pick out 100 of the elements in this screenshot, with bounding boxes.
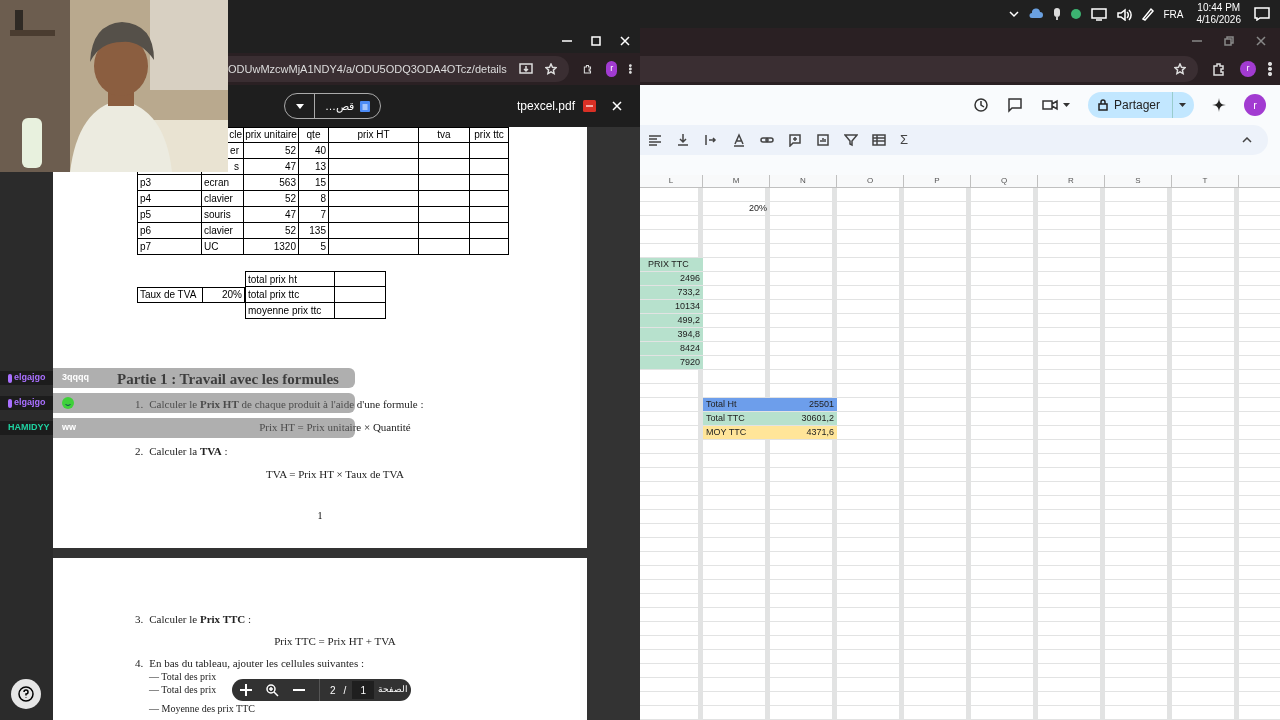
cloud-icon[interactable] <box>1027 8 1044 20</box>
insert-comment-icon[interactable] <box>788 133 802 147</box>
list-number: 2. <box>135 445 144 458</box>
clock-time[interactable]: 10:44 PM <box>1197 2 1241 14</box>
user-avatar[interactable]: r <box>1244 94 1266 116</box>
column-header[interactable]: O <box>837 175 904 187</box>
spreadsheet-cell[interactable]: PRIX TTC <box>640 258 703 272</box>
table-cell: 15 <box>299 175 329 191</box>
spreadsheet-cell[interactable]: 4371,6 <box>770 426 837 440</box>
speaker-icon[interactable] <box>1115 7 1132 21</box>
table-cell-text: 20% <box>221 288 243 302</box>
table-cell <box>419 159 470 175</box>
column-header[interactable]: L <box>640 175 703 187</box>
table-cell: 135 <box>299 223 329 239</box>
spreadsheet-cell[interactable]: 7920 <box>640 356 703 370</box>
notification-icon[interactable] <box>1254 7 1270 21</box>
star-icon[interactable] <box>1174 63 1186 75</box>
spreadsheet-cell[interactable]: 8424 <box>640 342 703 356</box>
column-header[interactable]: T <box>1172 175 1239 187</box>
column-header[interactable]: Q <box>971 175 1038 187</box>
column-header[interactable]: S <box>1105 175 1172 187</box>
table-cell <box>419 175 470 191</box>
spreadsheet-cell[interactable]: 394,8 <box>640 328 703 342</box>
sum-button[interactable]: Σ <box>900 130 909 150</box>
history-icon[interactable] <box>972 97 989 113</box>
table-cell: total prix ttc <box>245 287 335 303</box>
instruction-text: En bas du tableau, ajouter les cellules suivantes : <box>149 657 364 670</box>
page-separator: / <box>343 683 347 698</box>
spreadsheet-cell[interactable]: MOY TTC <box>703 426 770 440</box>
table-cell <box>419 239 470 255</box>
table-cell: total prix ht <box>245 271 335 287</box>
table-cell: 13 <box>299 159 329 175</box>
install-icon[interactable] <box>518 63 533 75</box>
list-number: 1. <box>135 398 144 411</box>
profile-avatar[interactable]: r <box>606 61 618 77</box>
spreadsheet-cell[interactable]: Total TTC <box>703 412 770 426</box>
vertical-align-icon[interactable] <box>676 133 690 147</box>
spreadsheet-cell[interactable]: 499,2 <box>640 314 703 328</box>
table-cell: 47 <box>244 159 299 175</box>
help-icon <box>18 686 34 702</box>
table-cell: 52 <box>244 191 299 207</box>
table-cell: Taux de TVA <box>138 288 203 302</box>
caret-icon <box>295 103 304 109</box>
spreadsheet-cell[interactable]: 10134 <box>640 300 703 314</box>
pen-icon[interactable] <box>1140 7 1155 21</box>
monitor-icon[interactable] <box>1090 7 1107 21</box>
table-cell: prix HT <box>329 127 419 143</box>
profile-avatar[interactable]: r <box>1240 61 1256 77</box>
share-button[interactable]: Partager <box>1087 92 1194 118</box>
column-header[interactable]: R <box>1038 175 1105 187</box>
collapse-icon[interactable] <box>1242 137 1252 143</box>
column-header[interactable]: N <box>770 175 837 187</box>
sparkle-icon[interactable] <box>1212 98 1226 112</box>
table-cell: 47 <box>244 207 299 223</box>
language-indicator[interactable]: FRA <box>1163 6 1184 22</box>
list-number: 3. <box>135 613 144 626</box>
caret-icon[interactable] <box>1062 103 1070 107</box>
text-rotation-icon[interactable] <box>732 133 746 147</box>
list-item: — Moyenne des prix TTC <box>149 702 255 715</box>
table-cell: 40 <box>299 143 329 159</box>
horizontal-align-icon[interactable] <box>648 133 662 147</box>
spreadsheet-cell[interactable]: 25501 <box>770 398 837 412</box>
table-cell <box>419 191 470 207</box>
instruction-text: Calculer la TVA : <box>149 445 228 458</box>
clock-date[interactable]: 4/16/2026 <box>1196 14 1241 26</box>
column-header[interactable]: P <box>904 175 971 187</box>
status-dot-icon[interactable] <box>1069 8 1082 20</box>
table-cell <box>470 239 509 255</box>
filter-icon[interactable] <box>844 133 858 147</box>
chart-icon[interactable] <box>816 133 830 147</box>
more-icon[interactable] <box>629 62 632 76</box>
spreadsheet-cell[interactable]: 733,2 <box>640 286 703 300</box>
comment-icon[interactable] <box>1006 97 1023 113</box>
spreadsheet-cell[interactable]: 30601,2 <box>770 412 837 426</box>
video-call-icon[interactable] <box>1040 98 1059 112</box>
zoom-in-icon[interactable] <box>266 683 279 697</box>
table-cell: 52 <box>244 223 299 239</box>
extension-icon[interactable] <box>582 62 593 76</box>
spreadsheet-cell[interactable]: 20% <box>703 202 770 216</box>
microphone-icon[interactable] <box>1052 7 1061 21</box>
star-icon[interactable] <box>544 63 557 75</box>
spreadsheet-cell[interactable]: 2496 <box>640 272 703 286</box>
restore-icon[interactable] <box>1224 35 1234 46</box>
table-icon[interactable] <box>872 133 886 147</box>
table-cell <box>470 159 509 175</box>
address-bar[interactable]: ODUwMzcwMjA1NDY4/a/ODU5ODQ3ODA4OTcz/details <box>228 56 569 82</box>
table-cell: moyenne prix ttc <box>245 303 335 319</box>
table-cell: p5 <box>137 207 202 223</box>
formula-text: TVA = Prix HT × Taux de TVA <box>265 468 405 481</box>
page-input[interactable]: 1 <box>352 681 375 699</box>
more-icon[interactable] <box>1268 62 1272 76</box>
table-cell: prix unitaire <box>244 127 299 143</box>
extension-icon[interactable] <box>1212 62 1226 76</box>
maximize-icon[interactable] <box>591 35 601 46</box>
chevron-down-icon[interactable] <box>1008 10 1019 18</box>
column-header[interactable]: M <box>703 175 770 187</box>
lock-icon <box>1097 99 1108 111</box>
text-wrap-icon[interactable] <box>704 133 718 147</box>
plus-icon[interactable] <box>240 684 252 696</box>
spreadsheet-cell[interactable]: Total Ht <box>703 398 770 412</box>
